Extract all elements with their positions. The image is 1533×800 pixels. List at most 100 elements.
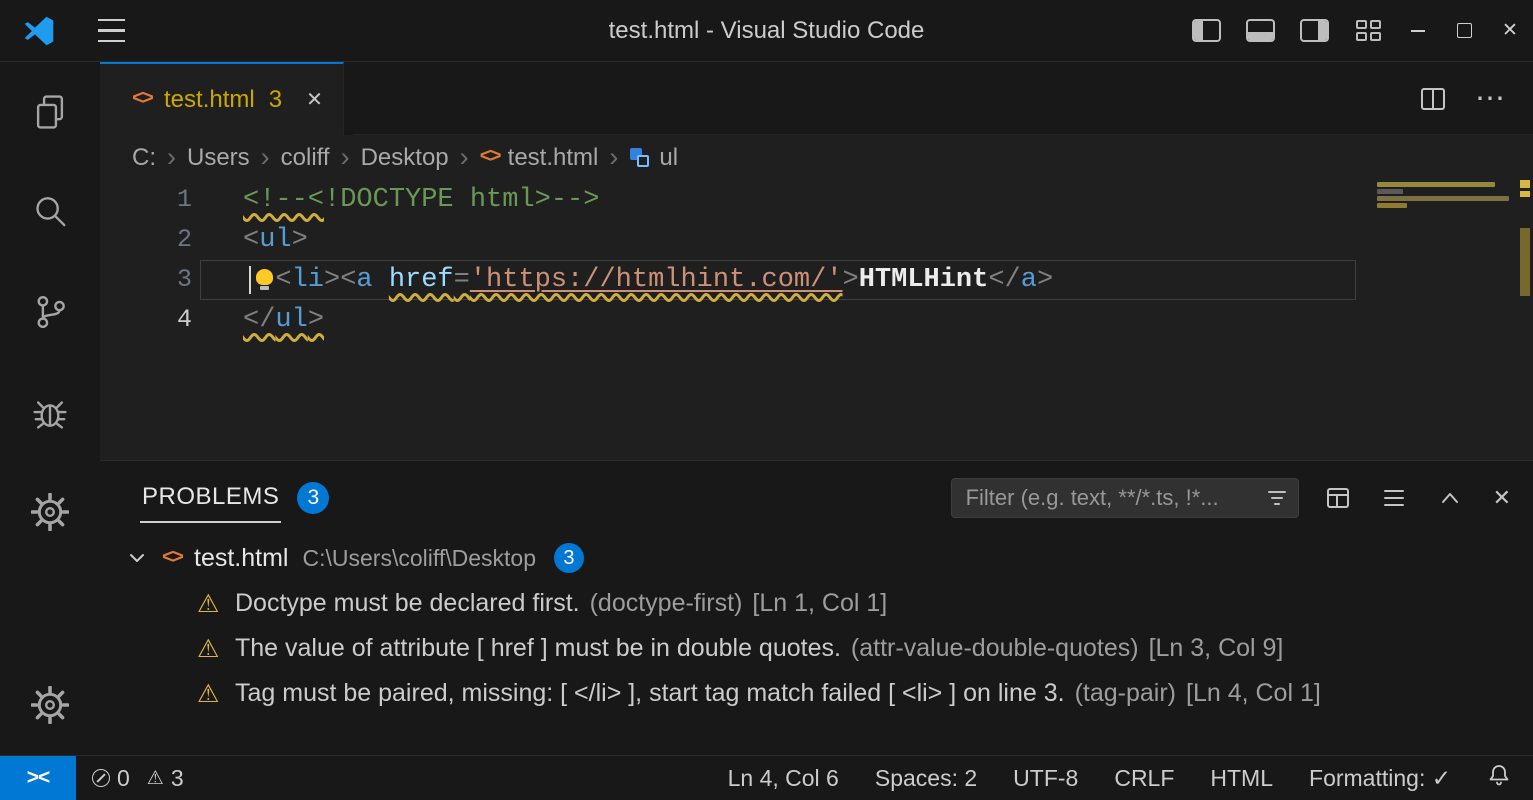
- warning-icon: ⚠: [197, 679, 229, 709]
- warning-count: 3: [171, 765, 184, 792]
- statusbar-item[interactable]: Formatting: ✓: [1309, 765, 1451, 792]
- statusbar-item[interactable]: Ln 4, Col 6: [728, 765, 839, 792]
- code-line-content[interactable]: <ul>: [200, 220, 1356, 260]
- code-token: <: [275, 265, 291, 295]
- workbench: <> test.html 3 ✕ ⋯ C:›Users›coliff›Deskt…: [100, 62, 1533, 755]
- sidebar-item-source-control[interactable]: [0, 262, 100, 362]
- sidebar-item-run-debug[interactable]: [0, 362, 100, 462]
- filter-input[interactable]: [964, 484, 1260, 512]
- breadcrumb-item[interactable]: coliff: [281, 144, 330, 172]
- code-token: <: [340, 265, 356, 295]
- ruler-warning-mark: [1520, 228, 1530, 296]
- tab-close-icon[interactable]: ✕: [306, 87, 323, 112]
- remote-indicator[interactable]: ><: [0, 756, 76, 800]
- vscode-logo-icon: [22, 14, 56, 48]
- split-editor-icon[interactable]: [1419, 85, 1447, 113]
- code-token: href: [389, 265, 454, 295]
- code-line-content[interactable]: <li><a href='https://htmlhint.com/'>HTML…: [200, 260, 1356, 300]
- line-number[interactable]: 4: [100, 300, 200, 340]
- code-token: >: [1037, 265, 1053, 295]
- warning-squiggle: </: [243, 305, 275, 335]
- warning-squiggle: 'https://htmlhint.com/': [470, 265, 843, 295]
- code-editor[interactable]: 1<!--<!DOCTYPE html>-->2<ul>3 <li><a hre…: [100, 180, 1533, 460]
- html-file-icon: <>: [480, 146, 500, 169]
- problem-row[interactable]: ⚠The value of attribute [ href ] must be…: [100, 626, 1533, 671]
- tab-problems[interactable]: PROBLEMS: [140, 473, 281, 523]
- breadcrumb-label: ul: [659, 144, 678, 172]
- breadcrumb-item[interactable]: Users: [187, 144, 250, 172]
- activity-bar: [0, 62, 100, 755]
- minimize-button[interactable]: [1395, 0, 1441, 61]
- code-line-content[interactable]: </ul>: [200, 300, 1356, 340]
- code-token: </: [988, 265, 1020, 295]
- line-number[interactable]: 2: [100, 220, 200, 260]
- view-as-table-icon[interactable]: [1325, 485, 1351, 511]
- notifications-bell-icon[interactable]: [1487, 763, 1511, 793]
- toggle-primary-sidebar-icon[interactable]: [1179, 0, 1233, 61]
- line-number[interactable]: 3: [100, 260, 200, 300]
- statusbar-right: Ln 4, Col 6 Spaces: 2 UTF-8 CRLF HTML Formatt…: [728, 765, 1451, 792]
- tab-test-html[interactable]: <> test.html 3 ✕: [100, 62, 344, 135]
- line-number[interactable]: 1: [100, 180, 200, 220]
- sidebar-item-settings[interactable]: [0, 462, 100, 562]
- lightbulb-icon[interactable]: [256, 269, 273, 285]
- code-line: 3 <li><a href='https://htmlhint.com/'>HT…: [100, 260, 1356, 300]
- editor-actions: ⋯: [1419, 62, 1533, 135]
- sidebar-item-explorer[interactable]: [0, 62, 100, 162]
- statusbar-item[interactable]: UTF-8: [1013, 765, 1078, 792]
- problems-status[interactable]: 0 ⚠ 3: [92, 765, 184, 792]
- symbol-icon: [629, 147, 651, 169]
- code-token: HTMLHint: [859, 265, 989, 295]
- problems-file-row[interactable]: <> test.html C:\Users\coliff\Desktop 3: [100, 535, 1533, 581]
- manage-button[interactable]: [0, 655, 100, 755]
- minimap-line: [1377, 196, 1509, 201]
- problem-message: Doctype must be declared first.: [235, 589, 580, 618]
- maximize-button[interactable]: [1441, 0, 1487, 61]
- problem-row[interactable]: ⚠Doctype must be declared first.(doctype…: [100, 581, 1533, 626]
- warning-icon: ⚠: [197, 589, 229, 619]
- code-token: 'https://htmlhint.com/': [470, 265, 843, 295]
- breadcrumb-item[interactable]: ul: [629, 144, 678, 172]
- problem-row[interactable]: ⚠Tag must be paired, missing: [ </li> ],…: [100, 671, 1533, 716]
- ruler-warning-mark: [1520, 180, 1530, 188]
- maximize-panel-icon[interactable]: [1437, 485, 1463, 511]
- git-branch-icon: [31, 293, 69, 331]
- close-panel-icon[interactable]: ✕: [1493, 485, 1511, 511]
- breadcrumb-item[interactable]: C:: [132, 144, 156, 172]
- code-token: <!--<: [243, 185, 324, 215]
- collapse-all-icon[interactable]: [1381, 485, 1407, 511]
- filter-icon[interactable]: [1268, 491, 1286, 506]
- tab-problems-badge: 3: [269, 86, 282, 114]
- statusbar-item[interactable]: HTML: [1210, 765, 1273, 792]
- code-token: >: [324, 265, 340, 295]
- problem-message: The value of attribute [ href ] must be …: [235, 634, 841, 663]
- menu-icon[interactable]: [96, 19, 126, 42]
- problem-message: Tag must be paired, missing: [ </li> ], …: [235, 679, 1065, 708]
- code-line-content[interactable]: <!--<!DOCTYPE html>-->: [200, 180, 1356, 220]
- html-file-icon: <>: [132, 88, 152, 111]
- more-actions-icon[interactable]: ⋯: [1475, 84, 1505, 114]
- close-button[interactable]: ✕: [1487, 0, 1533, 61]
- vscode-window: test.html - Visual Studio Code ✕: [0, 0, 1533, 800]
- problem-code: (tag-pair): [1075, 679, 1176, 708]
- code-token: =: [454, 265, 470, 295]
- code-token: >: [292, 225, 308, 255]
- gear-icon: [31, 686, 69, 724]
- toggle-secondary-sidebar-icon[interactable]: [1287, 0, 1341, 61]
- gear-icon: [31, 493, 69, 531]
- customize-layout-icon[interactable]: [1341, 0, 1395, 61]
- breadcrumb-label: Users: [187, 144, 250, 172]
- sidebar-item-search[interactable]: [0, 162, 100, 262]
- statusbar-item[interactable]: CRLF: [1114, 765, 1174, 792]
- minimap[interactable]: [1375, 180, 1517, 460]
- statusbar-item[interactable]: Spaces: 2: [875, 765, 977, 792]
- error-count: 0: [117, 765, 130, 792]
- problems-file-path: C:\Users\coliff\Desktop: [303, 545, 536, 572]
- problem-location: [Ln 1, Col 1]: [752, 589, 887, 618]
- toggle-panel-icon[interactable]: [1233, 0, 1287, 61]
- breadcrumb-item[interactable]: <>test.html: [480, 144, 599, 172]
- code-token: a: [1021, 265, 1037, 295]
- breadcrumb-item[interactable]: Desktop: [361, 144, 449, 172]
- breadcrumb-label: coliff: [281, 144, 330, 172]
- warning-icon: ⚠: [197, 634, 229, 664]
